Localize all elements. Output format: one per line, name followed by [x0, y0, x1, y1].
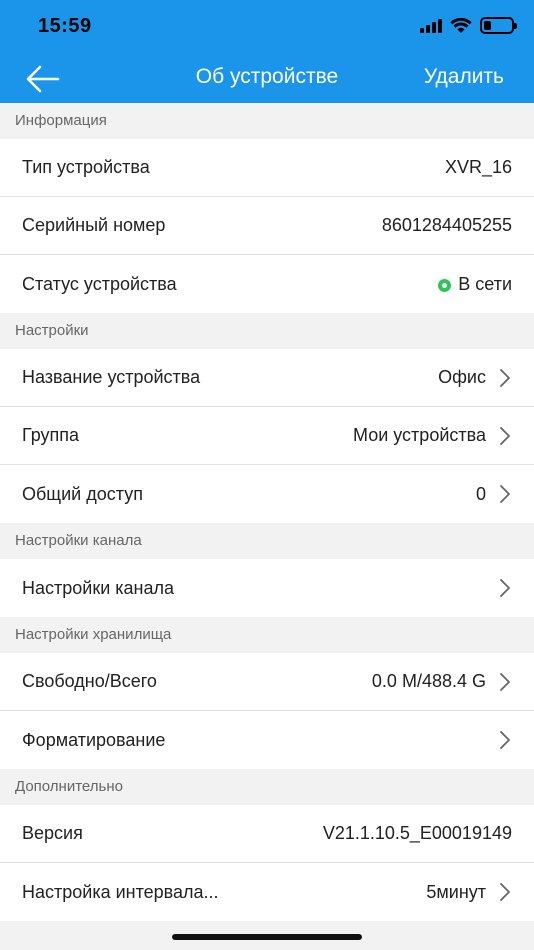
device-type-label: Тип устройства: [22, 157, 150, 177]
wifi-icon: [450, 17, 472, 33]
device-type-value: XVR_16: [444, 157, 512, 177]
channel-settings-row[interactable]: Настройки канала: [0, 559, 534, 617]
online-status-icon: [438, 278, 452, 292]
status-icons: [420, 17, 517, 34]
device-status-row: Статус устройства В сети: [0, 255, 534, 313]
serial-number-value: 8601284405255: [381, 215, 512, 235]
interval-value: 5минут: [426, 881, 486, 902]
group-row[interactable]: Группа Мои устройства: [0, 407, 534, 465]
nav-bar: Об устройстве Удалить: [0, 55, 534, 103]
chevron-right-icon: [500, 672, 510, 691]
sharing-label: Общий доступ: [22, 483, 143, 504]
home-indicator[interactable]: [172, 934, 362, 940]
status-time: 15:59: [38, 15, 92, 37]
device-name-label: Название устройства: [22, 367, 201, 387]
section-header-extra: Дополнительно: [0, 769, 534, 805]
battery-fill: [484, 21, 491, 30]
chevron-right-icon: [500, 368, 510, 387]
app-header: 15:59 Об устройстве Удалить: [0, 0, 534, 103]
interval-row[interactable]: Настройка интервала... 5минут: [0, 863, 534, 921]
device-status-value: В сети: [458, 273, 512, 294]
delete-button[interactable]: Удалить: [424, 65, 504, 89]
chevron-right-icon: [500, 731, 510, 749]
status-bar: 15:59: [0, 0, 534, 55]
signal-icon: [420, 18, 442, 33]
chevron-right-icon: [500, 426, 510, 445]
format-row[interactable]: Форматирование: [0, 711, 534, 769]
section-header-storage: Настройки хранилища: [0, 617, 534, 653]
group-value: Мои устройства: [353, 425, 486, 445]
section-header-info: Информация: [0, 103, 534, 139]
sharing-row[interactable]: Общий доступ 0: [0, 465, 534, 523]
section-header-settings: Настройки: [0, 313, 534, 349]
serial-number-row: Серийный номер 8601284405255: [0, 197, 534, 255]
channel-settings-label: Настройки канала: [22, 577, 175, 598]
device-type-row: Тип устройства XVR_16: [0, 139, 534, 197]
format-label: Форматирование: [22, 729, 166, 750]
section-header-channel: Настройки канала: [0, 523, 534, 559]
version-row: Версия V21.1.10.5_E00019149: [0, 805, 534, 863]
serial-number-label: Серийный номер: [22, 215, 166, 235]
sharing-value: 0: [475, 483, 486, 504]
battery-icon: [480, 17, 517, 34]
storage-free-row[interactable]: Свободно/Всего 0.0 M/488.4 G: [0, 653, 534, 711]
chevron-right-icon: [500, 579, 510, 597]
group-label: Группа: [22, 425, 80, 445]
storage-free-label: Свободно/Всего: [22, 671, 157, 691]
version-label: Версия: [22, 823, 83, 843]
device-name-row[interactable]: Название устройства Офис: [0, 349, 534, 407]
interval-label: Настройка интервала...: [22, 881, 219, 902]
storage-free-value: 0.0 M/488.4 G: [371, 671, 486, 691]
chevron-right-icon: [500, 883, 510, 901]
device-status-label: Статус устройства: [22, 273, 177, 294]
chevron-right-icon: [500, 485, 510, 503]
version-value: V21.1.10.5_E00019149: [322, 823, 512, 843]
device-name-value: Офис: [438, 367, 486, 387]
